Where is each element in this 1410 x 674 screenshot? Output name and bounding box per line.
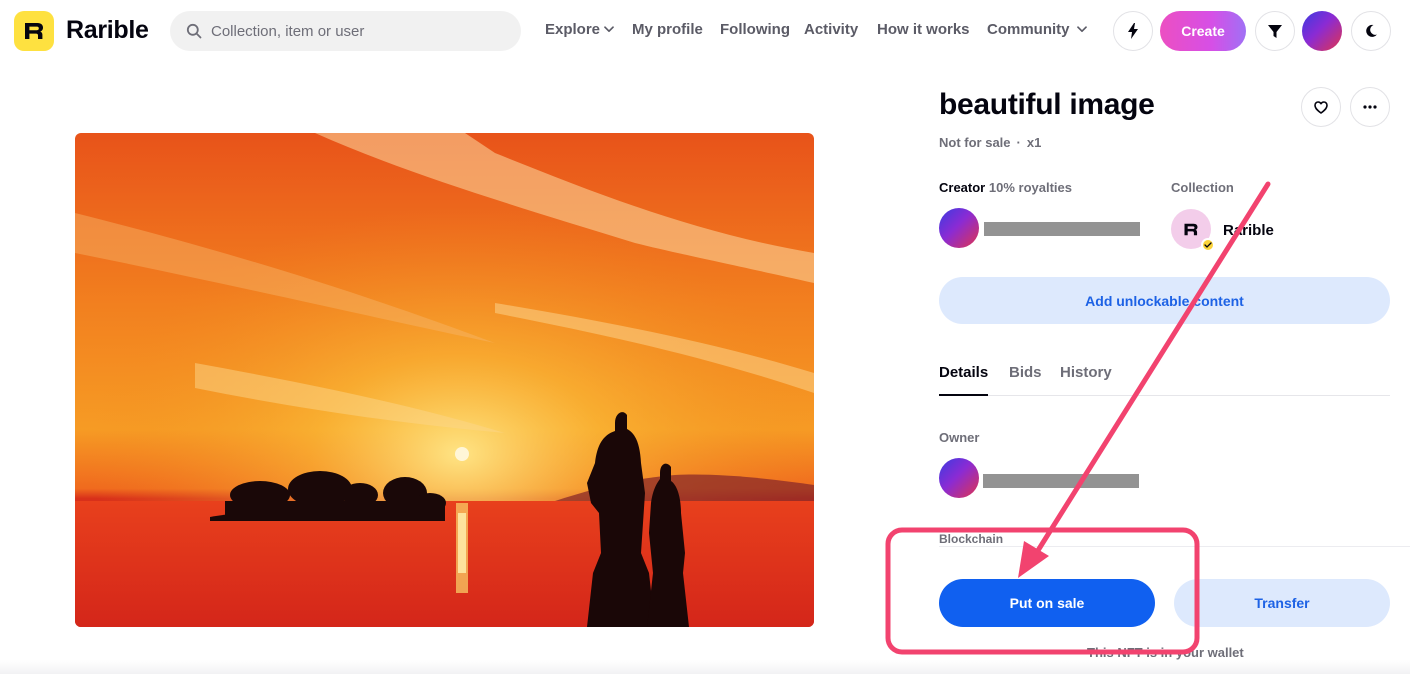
sale-status: Not for sale: [939, 135, 1011, 150]
collection-name[interactable]: Rarible: [1223, 222, 1274, 239]
more-icon: [1363, 105, 1377, 109]
activity-button[interactable]: [1113, 11, 1153, 51]
nft-artwork[interactable]: [75, 133, 814, 627]
creator-name-redacted[interactable]: [984, 222, 1140, 236]
owner-avatar[interactable]: [939, 458, 979, 498]
blockchain-label: Blockchain: [939, 532, 1004, 546]
owner-label: Owner: [939, 430, 980, 445]
tab-details[interactable]: Details: [939, 364, 989, 396]
footer-divider: [939, 546, 1410, 547]
collection-label: Collection: [1171, 180, 1234, 195]
item-title: beautiful image: [939, 88, 1155, 121]
item-tabs: Details Bids History: [939, 364, 1390, 396]
rarible-logo-icon: [25, 23, 43, 39]
add-unlockable-content-button[interactable]: Add unlockable content: [939, 277, 1390, 324]
nav-my-profile[interactable]: My profile: [632, 21, 703, 38]
filter-button[interactable]: [1255, 11, 1295, 51]
chevron-down-icon: [1076, 26, 1087, 33]
bottom-shadow: [0, 660, 1410, 674]
lightning-icon: [1128, 23, 1138, 39]
create-button[interactable]: Create: [1160, 11, 1246, 51]
wallet-note: This NFT is in your wallet: [1087, 645, 1244, 660]
nav-following[interactable]: Following: [720, 21, 790, 38]
nav-how-it-works[interactable]: How it works: [877, 21, 970, 38]
search-bar[interactable]: [170, 11, 521, 51]
nav-community[interactable]: Community: [987, 21, 1087, 38]
creator-label-text: Creator: [939, 180, 986, 195]
nav-explore[interactable]: Explore: [545, 21, 614, 38]
brand-name[interactable]: Rarible: [66, 16, 149, 45]
moon-icon: [1366, 24, 1377, 37]
tab-history[interactable]: History: [1060, 364, 1112, 394]
nav-activity[interactable]: Activity: [804, 21, 858, 38]
creator-label: Creator 10% royalties: [939, 180, 1072, 195]
rarible-logo-icon: [1184, 223, 1198, 235]
sunset-image: [75, 133, 814, 627]
like-button[interactable]: [1301, 87, 1341, 127]
theme-toggle-button[interactable]: [1351, 11, 1391, 51]
rarible-logo[interactable]: [14, 11, 54, 51]
user-avatar[interactable]: [1302, 11, 1342, 51]
tab-bids[interactable]: Bids: [1009, 364, 1042, 394]
nav-explore-label: Explore: [545, 21, 601, 38]
search-icon: [186, 23, 202, 39]
chevron-down-icon: [604, 26, 614, 33]
separator-dot: ·: [1016, 135, 1021, 150]
owner-name-redacted[interactable]: [983, 474, 1139, 488]
transfer-button[interactable]: Transfer: [1174, 579, 1390, 627]
verified-badge-icon: [1201, 238, 1215, 252]
creator-royalties: 10% royalties: [988, 180, 1072, 195]
sale-status-line: Not for sale · x1: [939, 135, 1041, 150]
creator-avatar[interactable]: [939, 208, 979, 248]
edition-count: x1: [1026, 135, 1042, 150]
search-input[interactable]: [211, 22, 511, 40]
more-options-button[interactable]: [1350, 87, 1390, 127]
heart-icon: [1314, 100, 1328, 114]
nav-community-label: Community: [987, 21, 1070, 38]
put-on-sale-button[interactable]: Put on sale: [939, 579, 1155, 627]
filter-icon: [1268, 24, 1282, 38]
